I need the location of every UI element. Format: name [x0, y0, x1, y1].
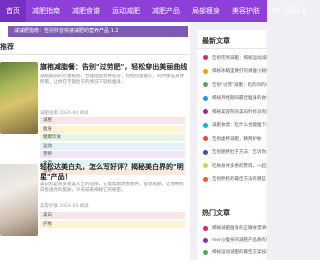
sidebar-article[interactable]: merry瘦身的减肥产品真有效	[197, 234, 267, 246]
tag[interactable]: 护肤	[40, 220, 185, 228]
article-meta: 美容护肤 2024-04 阅读	[40, 204, 89, 209]
main-content: 减减肥指南：告别抖音快速减肥的营养产品 1.2 推荐 旗袍减脂餐：告别"过劳肥"…	[0, 22, 190, 260]
bullet-dot-icon	[203, 109, 208, 115]
bullet-dot-icon	[203, 163, 208, 169]
sidebar-article-title: 揭秘冰箱里要打的清瘦小秘密	[212, 69, 267, 75]
sidebar-article[interactable]: 揭秘减肥瘦身的正确食谱清单	[197, 222, 267, 234]
sidebar-article[interactable]: 告别肥胖肚子方法：告诉你怎么	[197, 146, 267, 160]
bullet-dot-icon	[203, 237, 208, 243]
article-title[interactable]: 旗袍减脂餐：告别"过劳肥"，轻松穿出美丽曲线	[40, 62, 187, 72]
bullet-dot-icon	[203, 176, 208, 182]
nav-hot-topics-label: 热门话题	[272, 6, 300, 15]
bullet-dot-icon	[203, 55, 208, 61]
bullet-dot-icon	[203, 122, 208, 128]
article-title[interactable]: 轻松达美白丸，怎么写好评？揭秘美白界的"明星"产品！	[40, 162, 188, 182]
tag[interactable]: 减肥	[40, 117, 185, 124]
tag[interactable]: 运动	[40, 142, 185, 150]
bullet-dot-icon	[203, 225, 208, 231]
sidebar-article-title: 告别"过劳"减肥：吃的对的有效	[212, 82, 267, 88]
sidebar-article[interactable]: 告别"过劳"减肥：吃的对的有效	[197, 78, 267, 92]
section-title: 推荐	[0, 43, 14, 51]
tag[interactable]: 瘦身	[40, 125, 185, 133]
sidebar-article-title: 吃掉身体多余的赘肉，一起来	[212, 163, 267, 169]
sidebar-article-title: 揭秘美容院的美白针有没有用	[212, 109, 267, 115]
sidebar-article-title: 告别宅男减肥：揭秘运动减肥大法	[212, 55, 267, 61]
notice-bar[interactable]: 减减肥指南：告别抖音快速减肥的营养产品 1.2	[8, 26, 188, 37]
sidebar-article[interactable]: 减肥食谱：吃什么也能瘦下来	[197, 119, 267, 133]
nav-exercise[interactable]: 运动减肥	[106, 0, 146, 22]
bullet-dot-icon	[203, 149, 208, 155]
sidebar-article[interactable]: 告别虚胖减肥，精简护肤	[197, 132, 267, 146]
sidebar-article[interactable]: 吃掉身体多余的赘肉，一起来	[197, 159, 267, 173]
sidebar-article-title: 告别肥胖肚子方法：告诉你怎么	[212, 150, 267, 156]
sidebar-article-title: merry瘦身的减肥产品真有效	[212, 238, 267, 243]
sidebar-article[interactable]: 揭秘美容院的美白针有没有用	[197, 105, 267, 119]
divider	[0, 54, 190, 55]
article-excerpt: 减脂期间的饮食规划，合理搭配营养成分，控制热量摄入，同时保证身体所需，让你在不饿…	[40, 74, 184, 85]
nav-weight-loss-guide[interactable]: 减肥指南	[26, 0, 66, 22]
article-meta: 减肥指南 2024-04 阅读	[40, 111, 89, 116]
sidebar-article-title: 告别胖脸的最佳方法有哪些	[212, 177, 266, 183]
nav-hot-topics[interactable]: 热门话题 ▼	[266, 0, 312, 23]
bullet-dot-icon	[203, 68, 208, 74]
sidebar-article-title: 揭秘运动减肥的最佳方案技巧	[212, 250, 267, 255]
bullet-dot-icon	[203, 95, 208, 101]
divider	[197, 48, 267, 49]
sidebar-article-title: 告别虚胖减肥，精简护肤	[212, 136, 262, 142]
nav-products[interactable]: 减肥产品	[146, 0, 186, 22]
tag-list: 美白 护肤	[40, 212, 185, 229]
chevron-down-icon: ▼	[302, 8, 306, 15]
nav-recipes[interactable]: 减肥食谱	[66, 0, 106, 22]
sidebar-article[interactable]: 揭秘冰箱里要打的清瘦小秘密	[197, 65, 267, 79]
nav-local-slimming[interactable]: 局部瘦身	[186, 0, 226, 22]
sidebar-article-title: 揭秘月经期间最佳瘦身的食谱	[212, 96, 267, 102]
sidebar-article-title: 揭秘减肥瘦身的正确食谱清单	[212, 226, 267, 231]
hot-articles-title: 热门文章	[197, 206, 267, 220]
sidebar-article[interactable]: 告别胖脸的最佳方法有哪些	[197, 173, 267, 187]
top-nav: 首页 减肥指南 减肥食谱 运动减肥 减肥产品 局部瘦身 美容护肤 热门话题 ▼	[0, 0, 306, 22]
nav-home[interactable]: 首页	[0, 0, 26, 22]
latest-articles-title: 最新文章	[202, 37, 230, 45]
sidebar-article[interactable]: 揭秘运动减肥的最佳方案技巧	[197, 246, 267, 258]
bullet-dot-icon	[203, 249, 208, 255]
article-thumbnail[interactable]	[0, 164, 38, 236]
nav-skincare[interactable]: 美容护肤	[226, 0, 266, 22]
tag[interactable]: 健康饮食	[40, 134, 185, 141]
sidebar-article[interactable]: 揭秘月经期间最佳瘦身的食谱	[197, 92, 267, 106]
article-excerpt: 美白丸是很多爱美人士的选择，它能帮助改善肤色，提亮肌肤，让你拥有白皙透亮的肌肤，…	[40, 182, 184, 193]
tag[interactable]: 美白	[40, 212, 185, 219]
sidebar-article-title: 减肥食谱：吃什么也能瘦下来	[212, 123, 267, 129]
tag[interactable]: 营养	[40, 151, 185, 158]
bullet-dot-icon	[203, 82, 208, 88]
bullet-dot-icon	[203, 136, 208, 142]
sidebar-article[interactable]: 告别宅男减肥：揭秘运动减肥大法	[197, 51, 267, 65]
article-thumbnail[interactable]	[0, 62, 38, 134]
hot-articles-list: 揭秘减肥瘦身的正确食谱清单 merry瘦身的减肥产品真有效 揭秘运动减肥的最佳方…	[197, 222, 267, 260]
